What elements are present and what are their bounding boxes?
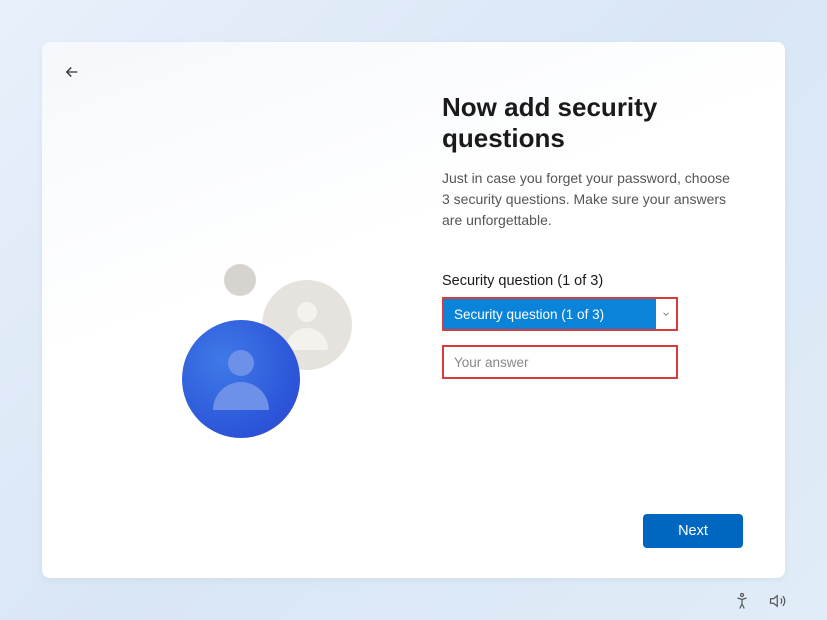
user-illustration: [142, 222, 392, 472]
blue-avatar-icon: [182, 320, 300, 438]
form-panel: Now add security questions Just in case …: [442, 42, 785, 578]
setup-card: Now add security questions Just in case …: [42, 42, 785, 578]
volume-icon[interactable]: [769, 592, 787, 610]
answer-input[interactable]: [442, 345, 678, 379]
system-tray: [733, 592, 787, 610]
question-field-label: Security question (1 of 3): [442, 273, 743, 289]
page-subtitle: Just in case you forget your password, c…: [442, 168, 732, 231]
next-button[interactable]: Next: [643, 514, 743, 548]
accessibility-icon[interactable]: [733, 592, 751, 610]
chevron-down-icon[interactable]: [656, 299, 676, 329]
dropdown-selected-value[interactable]: Security question (1 of 3): [444, 299, 656, 329]
illustration-panel: [42, 42, 442, 578]
security-question-dropdown[interactable]: Security question (1 of 3): [442, 297, 678, 331]
page-title: Now add security questions: [442, 92, 743, 154]
small-grey-circle-icon: [224, 264, 256, 296]
